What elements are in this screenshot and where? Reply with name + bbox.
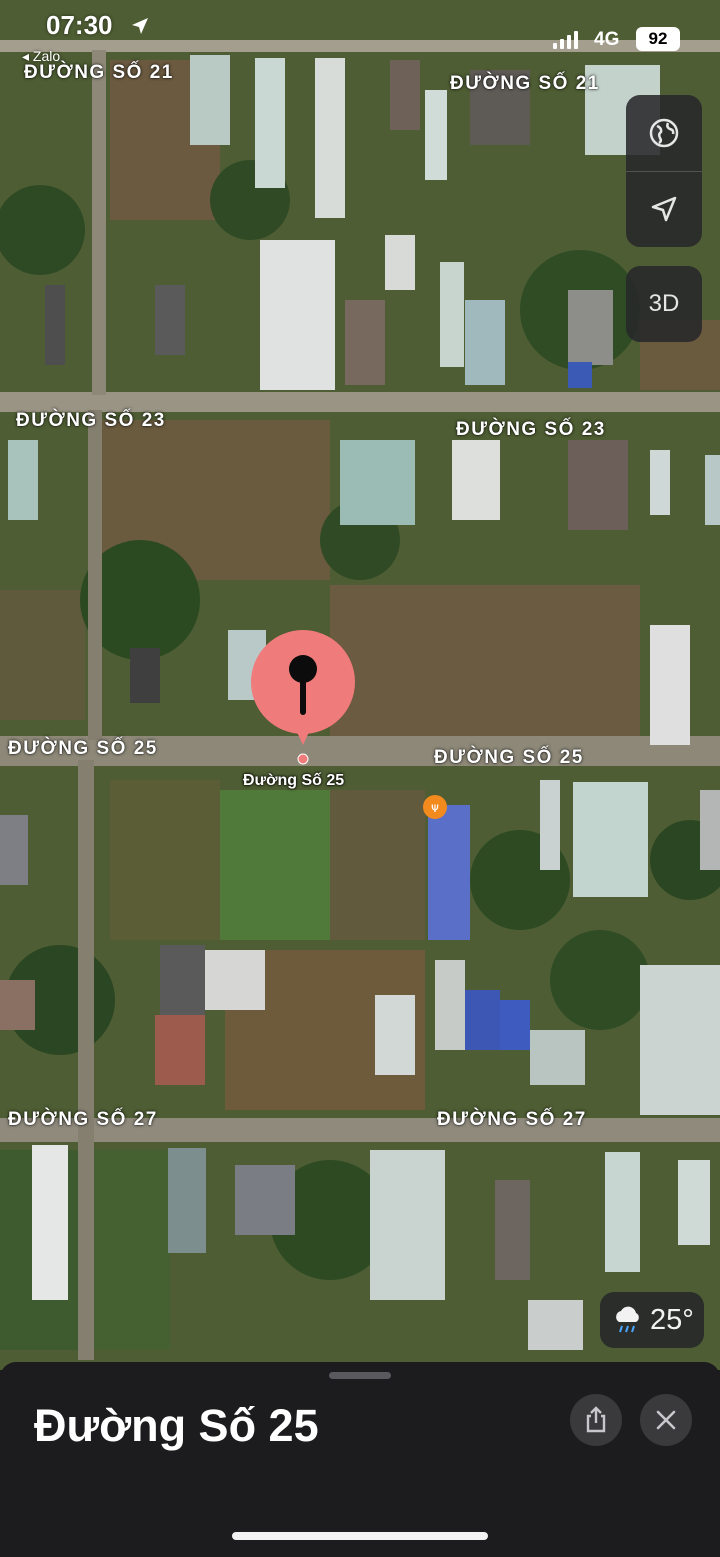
road-label-21-left: ĐƯỜNG SỐ 21	[24, 62, 174, 83]
satellite-imagery: ᴪ	[0, 0, 720, 1370]
share-icon	[586, 1406, 606, 1433]
signal-icon	[553, 31, 578, 49]
status-bar: 07:30 ◂ Zalo 4G 92	[0, 0, 720, 64]
location-arrow-icon	[651, 196, 677, 222]
weather-chip[interactable]: 25°	[600, 1292, 704, 1348]
road-label-23-right: ĐƯỜNG SỐ 23	[456, 419, 606, 440]
back-to-app-link[interactable]: ◂ Zalo	[22, 48, 60, 65]
battery-level: 92	[636, 27, 680, 51]
close-icon	[656, 1410, 676, 1430]
locate-me-button[interactable]	[626, 171, 702, 247]
location-services-icon	[132, 18, 148, 34]
road-label-25-right: ĐƯỜNG SỐ 25	[434, 747, 584, 768]
view-3d-button[interactable]: 3D	[626, 266, 702, 342]
rain-cloud-icon	[616, 1306, 639, 1333]
road-label-23-left: ĐƯỜNG SỐ 23	[16, 410, 166, 431]
globe-icon	[649, 118, 679, 148]
place-title: Đường Số 25	[34, 1400, 319, 1451]
road-label-27-right: ĐƯỜNG SỐ 27	[437, 1109, 587, 1130]
weather-temp: 25°	[650, 1303, 694, 1336]
status-time: 07:30	[46, 10, 113, 40]
share-button[interactable]	[570, 1394, 622, 1446]
road-label-21-right: ĐƯỜNG SỐ 21	[450, 73, 600, 94]
sheet-grabber[interactable]	[329, 1372, 391, 1379]
road-label-27-left: ĐƯỜNG SỐ 27	[8, 1109, 158, 1130]
map-mode-button[interactable]	[626, 95, 702, 171]
map-controls	[626, 95, 702, 247]
restaurant-icon: ᴪ	[431, 801, 439, 816]
pin-label: Đường Số 25	[243, 772, 345, 789]
close-button[interactable]	[640, 1394, 692, 1446]
satellite-map[interactable]: ᴪ ĐƯỜNG SỐ 21 ĐƯỜNG SỐ 21 ĐƯỜNG SỐ 23 ĐƯ…	[0, 0, 720, 1370]
network-type: 4G	[594, 29, 620, 50]
place-sheet[interactable]: Đường Số 25	[0, 1362, 720, 1557]
home-indicator[interactable]	[232, 1532, 488, 1540]
road-label-25-left: ĐƯỜNG SỐ 25	[8, 738, 158, 759]
